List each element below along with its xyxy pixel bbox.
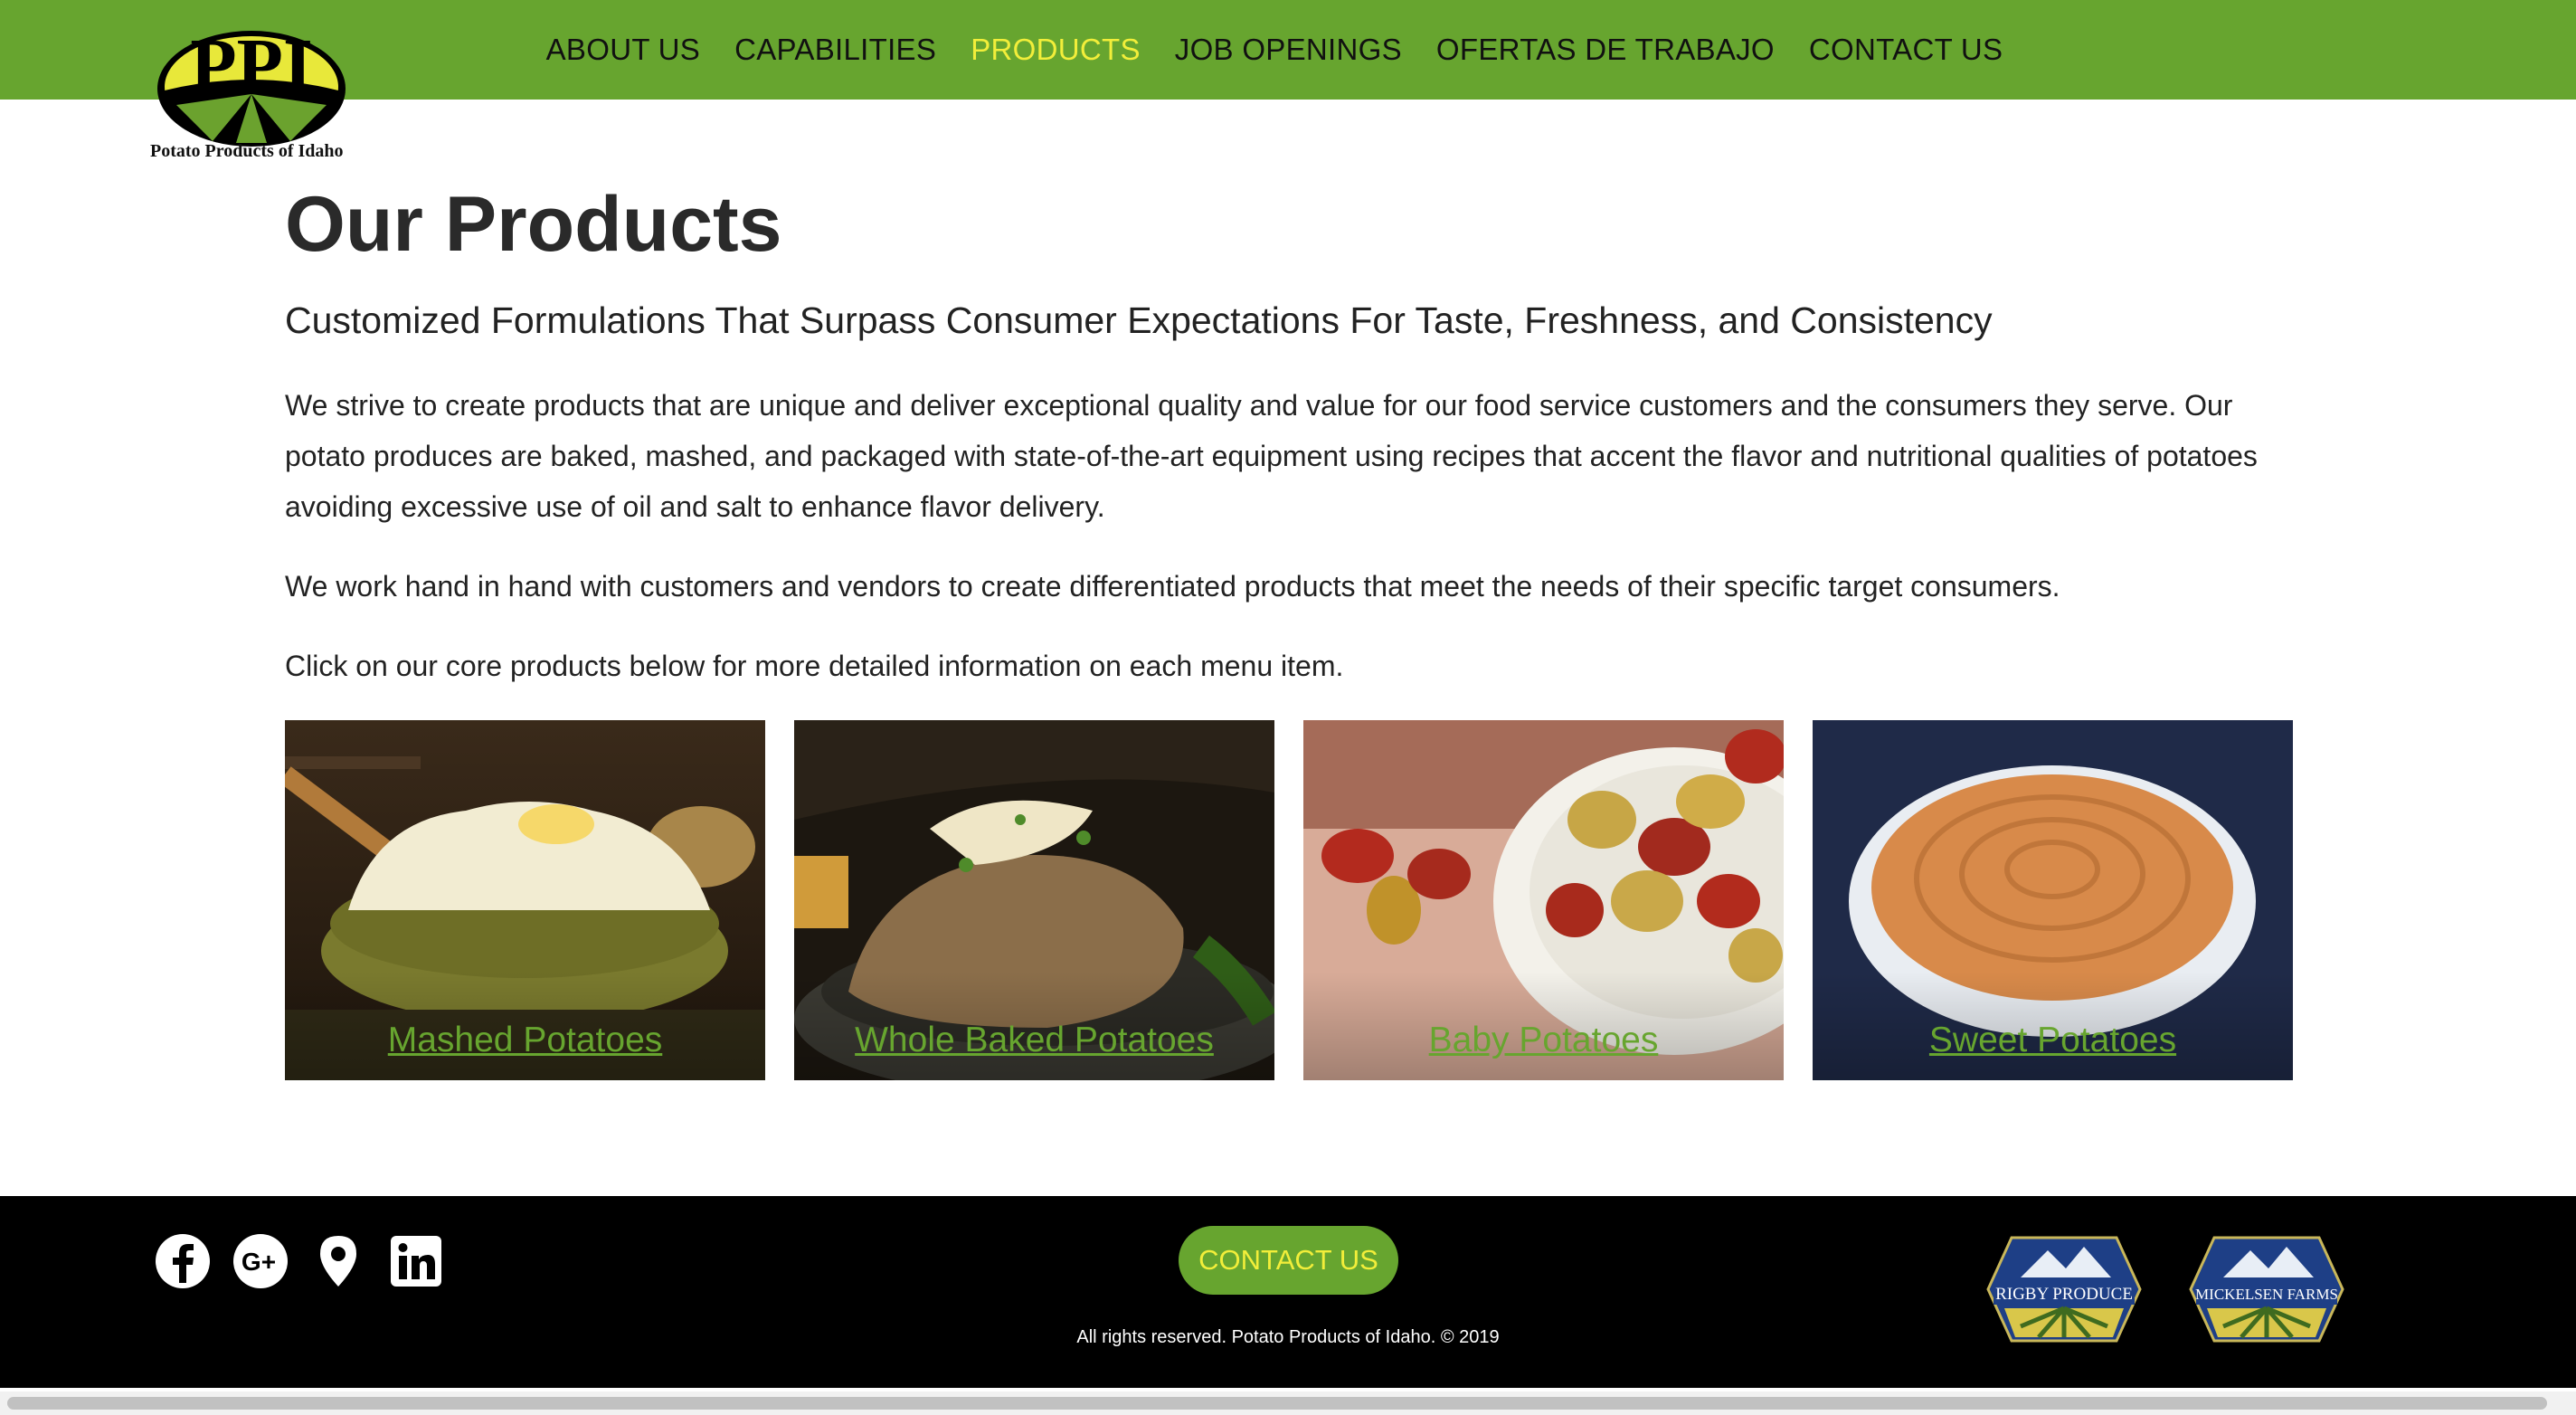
- social-links: G+: [154, 1232, 445, 1290]
- svg-text:G+: G+: [242, 1248, 276, 1276]
- footer: G+ CONTACT US All rights reserved. Potat…: [0, 1196, 2576, 1388]
- product-link-mashed-potatoes[interactable]: Mashed Potatoes: [285, 1021, 765, 1060]
- product-card-sweet-potatoes[interactable]: Sweet Potatoes: [1813, 720, 2293, 1080]
- horizontal-scrollbar[interactable]: [0, 1391, 2576, 1415]
- product-card-baby-potatoes[interactable]: Baby Potatoes: [1303, 720, 1784, 1080]
- svg-text:MICKELSEN FARMS: MICKELSEN FARMS: [2195, 1286, 2338, 1303]
- page-title: Our Products: [285, 181, 782, 268]
- main-content: Our Products Customized Formulations Tha…: [285, 185, 2302, 720]
- product-card-mashed-potatoes[interactable]: Mashed Potatoes: [285, 720, 765, 1080]
- product-card-whole-baked-potatoes[interactable]: Whole Baked Potatoes: [794, 720, 1274, 1080]
- partners-paragraph: We work hand in hand with customers and …: [285, 570, 2060, 603]
- contact-us-button[interactable]: CONTACT US: [1179, 1226, 1398, 1295]
- nav-item-about-us[interactable]: ABOUT US: [546, 33, 701, 67]
- nav-item-capabilities[interactable]: CAPABILITIES: [734, 33, 936, 67]
- nav-item-contact-us[interactable]: CONTACT US: [1809, 33, 2003, 67]
- linkedin-icon[interactable]: [387, 1232, 445, 1290]
- product-link-sweet-potatoes[interactable]: Sweet Potatoes: [1813, 1021, 2293, 1060]
- instructions-paragraph: Click on our core products below for mor…: [285, 650, 1344, 682]
- nav-item-job-openings[interactable]: JOB OPENINGS: [1175, 33, 1402, 67]
- logo-caption: Potato Products of Idaho: [150, 141, 344, 161]
- facebook-icon[interactable]: [154, 1232, 212, 1290]
- svg-text:RIGBY PRODUCE: RIGBY PRODUCE: [1995, 1285, 2133, 1304]
- logo-letters: PPI: [190, 24, 312, 108]
- mickelsen-farms-badge[interactable]: MICKELSEN FARMS: [2187, 1232, 2346, 1346]
- product-link-whole-baked-potatoes[interactable]: Whole Baked Potatoes: [794, 1021, 1274, 1060]
- page-subtitle: Customized Formulations That Surpass Con…: [285, 299, 1993, 341]
- rigby-produce-badge[interactable]: RIGBY PRODUCE: [1984, 1232, 2144, 1346]
- google-plus-icon[interactable]: G+: [232, 1232, 289, 1290]
- scrollbar-thumb[interactable]: [7, 1397, 2547, 1410]
- nav-item-products[interactable]: PRODUCTS: [971, 33, 1141, 67]
- product-grid: Mashed Potatoes Whole Baked Potatoes Bab…: [285, 720, 2293, 1080]
- location-pin-icon[interactable]: [309, 1232, 367, 1290]
- main-nav: ABOUT US CAPABILITIES PRODUCTS JOB OPENI…: [0, 0, 2576, 100]
- nav-item-ofertas-de-trabajo[interactable]: OFERTAS DE TRABAJO: [1436, 33, 1775, 67]
- product-link-baby-potatoes[interactable]: Baby Potatoes: [1303, 1021, 1784, 1060]
- intro-paragraph: We strive to create products that are un…: [285, 389, 2258, 523]
